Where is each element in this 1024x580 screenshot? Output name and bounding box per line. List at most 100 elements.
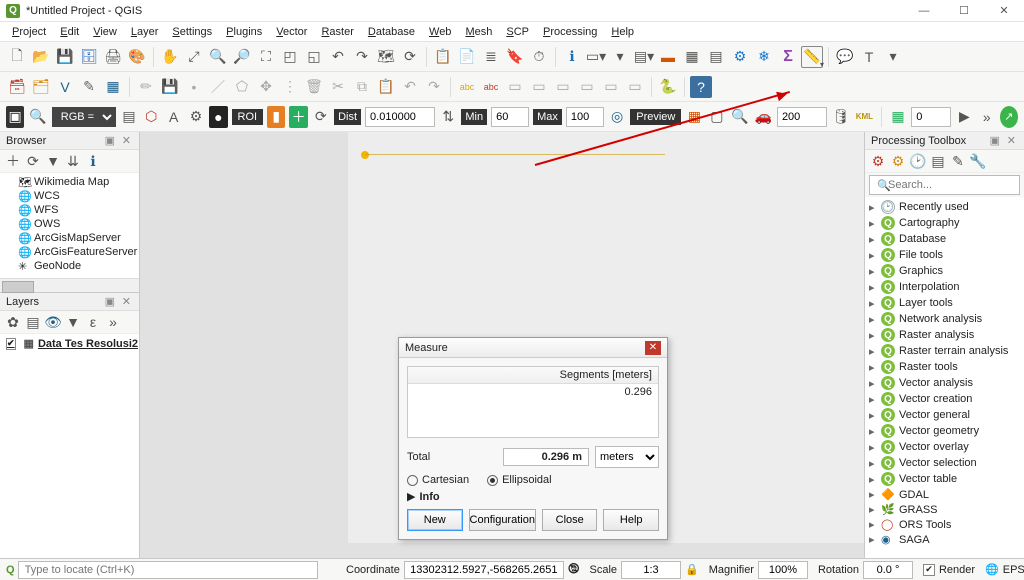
layer-icon[interactable]: ≣ (480, 46, 502, 68)
processing-category[interactable]: ▸QVector overlay (865, 439, 1024, 455)
proc-model-icon[interactable]: ⚙ (869, 152, 887, 170)
processing-category[interactable]: ▸QCartography (865, 215, 1024, 231)
cut-icon[interactable]: ✂ (327, 76, 349, 98)
menu-layer[interactable]: Layer (125, 24, 165, 40)
select-icon[interactable]: ▭▾ (585, 46, 607, 68)
scp-car-icon[interactable]: 🚗 (754, 106, 773, 128)
layers-filter-icon[interactable]: ▼ (64, 313, 82, 331)
refresh-icon[interactable]: ⟳ (399, 46, 421, 68)
cartesian-radio[interactable]: Cartesian (407, 474, 469, 486)
browser-item[interactable]: 🌐ArcGisFeatureServer (0, 245, 139, 259)
open-project-icon[interactable]: 📂 (30, 46, 52, 68)
label-abc-icon[interactable]: abc (456, 76, 478, 98)
rotation-input[interactable] (863, 561, 913, 579)
min-input[interactable] (491, 107, 529, 127)
pan-to-selection-icon[interactable]: ⤢ (183, 46, 205, 68)
processing-category[interactable]: ▸QLayer tools (865, 295, 1024, 311)
new-shapefile-icon[interactable]: 🗂 (30, 76, 52, 98)
processing-category-list[interactable]: ▸🕑Recently used▸QCartography▸QDatabase▸Q… (865, 197, 1024, 558)
processing-icon[interactable]: ❄ (753, 46, 775, 68)
locator-input[interactable] (18, 561, 318, 579)
processing-category[interactable]: ▸🔶GDAL (865, 487, 1024, 502)
python-console-icon[interactable]: 🐍 (657, 76, 679, 98)
proc-options-icon[interactable]: 🔧 (969, 152, 987, 170)
print-layout-icon[interactable]: 🖨 (102, 46, 124, 68)
help-icon[interactable]: ? (690, 76, 712, 98)
menu-view[interactable]: View (87, 24, 123, 40)
layers-expr-icon[interactable]: ε (84, 313, 102, 331)
menu-settings[interactable]: Settings (166, 24, 218, 40)
zoom-in-icon[interactable]: 🔍 (207, 46, 229, 68)
zoom-last-icon[interactable]: ↶ (327, 46, 349, 68)
render-checkbox[interactable]: ✔ (923, 564, 935, 576)
browser-add-icon[interactable]: ＋ (4, 152, 22, 170)
menu-edit[interactable]: Edit (54, 24, 85, 40)
scp-target-icon[interactable]: ◎ (608, 106, 626, 128)
measure-config-button[interactable]: Configuration (469, 509, 536, 531)
scale-lock-icon[interactable]: 🔒 (685, 563, 699, 576)
panel-close-icon[interactable]: ✕ (122, 135, 133, 147)
processing-category[interactable]: ▸◉SAGA (865, 532, 1024, 547)
browser-refresh-icon[interactable]: ⟳ (24, 152, 42, 170)
processing-category[interactable]: ▸QFile tools (865, 247, 1024, 263)
processing-category[interactable]: ▸QVector table (865, 471, 1024, 487)
scp-dark-icon[interactable]: ● (209, 106, 227, 128)
layers-eye-icon[interactable]: 👁 (44, 313, 62, 331)
style-manager-icon[interactable]: 🎨 (126, 46, 148, 68)
menu-project[interactable]: Project (6, 24, 52, 40)
max-input[interactable] (566, 107, 604, 127)
browser-tree[interactable]: 🗺Wikimedia Map🌐WCS🌐WFS🌐OWS🌐ArcGisMapServ… (0, 173, 139, 278)
scp-refresh-icon[interactable]: ⟳ (312, 106, 330, 128)
minimize-button[interactable]: — (904, 0, 944, 22)
menu-vector[interactable]: Vector (270, 24, 313, 40)
text-annotation-icon[interactable]: T (858, 46, 880, 68)
table-icon[interactable]: ▤ (705, 46, 727, 68)
browser-item[interactable]: 🗺Wikimedia Map (0, 175, 139, 189)
scp-input-icon[interactable]: 🔍 (28, 106, 47, 128)
open-table-icon[interactable]: ▤▾ (633, 46, 655, 68)
processing-category[interactable]: ▸QGraphics (865, 263, 1024, 279)
more-icon[interactable]: ▾ (882, 46, 904, 68)
processing-category[interactable]: ▸◯ORS Tools (865, 517, 1024, 532)
processing-category[interactable]: ▸QDatabase (865, 231, 1024, 247)
proc-edit-icon[interactable]: ✎ (949, 152, 967, 170)
save-as-icon[interactable]: 🗄 (78, 46, 100, 68)
layers-close-icon[interactable]: ✕ (122, 296, 133, 308)
scp-spectral-icon[interactable]: A (164, 106, 182, 128)
info-expander[interactable]: ▶ Info (407, 490, 659, 503)
menu-web[interactable]: Web (423, 24, 457, 40)
map-canvas[interactable]: Measure ✕ Segments [meters] 0.296 Total … (140, 132, 864, 558)
processing-category[interactable]: ▸QRaster analysis (865, 327, 1024, 343)
scp-num1-input[interactable] (777, 107, 827, 127)
paste-icon[interactable]: 📄 (456, 46, 478, 68)
move-feature-icon[interactable]: ✥ (255, 76, 277, 98)
scp-add-icon[interactable]: ＋ (289, 106, 307, 128)
units-select[interactable]: meters (595, 446, 659, 468)
proc-clock-icon[interactable]: 🕑 (909, 152, 927, 170)
scp-roi-icon[interactable]: ⬡ (142, 106, 160, 128)
proc-results-icon[interactable]: ▤ (929, 152, 947, 170)
layers-undock-icon[interactable]: ▣ (105, 296, 117, 308)
dist-spinner[interactable]: ⇅ (439, 106, 457, 128)
browser-filter-icon[interactable]: ▼ (44, 152, 62, 170)
statistics-sigma-icon[interactable]: Σ (777, 46, 799, 68)
zoom-layer-icon[interactable]: ◱ (303, 46, 325, 68)
layer-item[interactable]: ✔▦ Data Tes Resolusi2 (0, 336, 139, 351)
label6-icon[interactable]: ▭ (576, 76, 598, 98)
measure-dialog-titlebar[interactable]: Measure ✕ (399, 338, 667, 358)
proc-history-icon[interactable]: ⚙ (889, 152, 907, 170)
menu-plugins[interactable]: Plugins (220, 24, 268, 40)
scale-input[interactable] (621, 561, 681, 579)
label5-icon[interactable]: ▭ (552, 76, 574, 98)
zoom-selection-icon[interactable]: ◰ (279, 46, 301, 68)
zoom-next-icon[interactable]: ↷ (351, 46, 373, 68)
coordinate-input[interactable] (404, 561, 564, 579)
new-vector-icon[interactable]: V (54, 76, 76, 98)
label4-icon[interactable]: ▭ (528, 76, 550, 98)
bookmark-icon[interactable]: 🔖 (504, 46, 526, 68)
browser-props-icon[interactable]: ℹ (84, 152, 102, 170)
ellipsoidal-radio[interactable]: Ellipsoidal (487, 474, 552, 486)
layers-group-icon[interactable]: ▤ (24, 313, 42, 331)
scp-dock-icon[interactable]: ▣ (6, 106, 24, 128)
browser-item[interactable]: 🌐WCS (0, 189, 139, 203)
